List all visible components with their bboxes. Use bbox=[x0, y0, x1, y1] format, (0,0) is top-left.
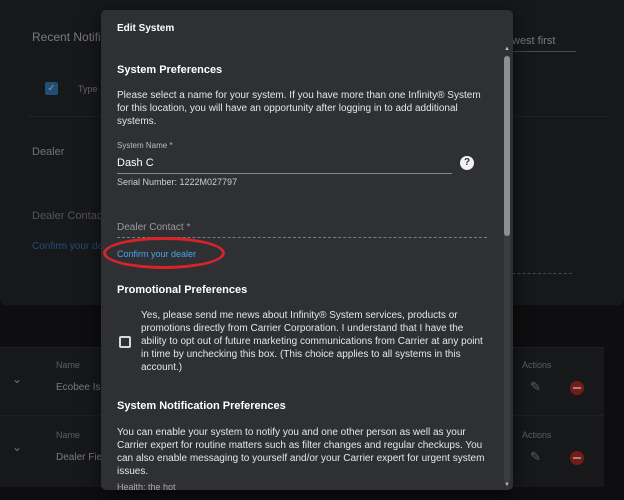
dialog-title: Edit System bbox=[117, 23, 175, 34]
dialog-scrollbar[interactable]: ▲ ▼ bbox=[501, 46, 513, 490]
system-preferences-description: Please select a name for your system. If… bbox=[117, 90, 481, 127]
system-name-input[interactable] bbox=[117, 152, 452, 174]
serial-number: Serial Number: 1222M027797 bbox=[117, 177, 238, 187]
help-icon[interactable]: ? bbox=[460, 156, 474, 170]
promotions-opt-in-text: Yes, please send me news about Infinity®… bbox=[141, 310, 483, 373]
scroll-up-icon[interactable]: ▲ bbox=[504, 46, 510, 52]
dealer-contact-placeholder: Dealer Contact * bbox=[117, 222, 191, 233]
scroll-thumb[interactable] bbox=[504, 56, 510, 236]
dialog-body: System Preferences Please select a name … bbox=[101, 46, 501, 490]
scroll-track[interactable] bbox=[504, 56, 510, 482]
confirm-dealer-link[interactable]: Confirm your dealer bbox=[117, 249, 196, 259]
notification-preferences-description: You can enable your system to notify you… bbox=[117, 427, 485, 477]
notification-preferences-heading: System Notification Preferences bbox=[117, 400, 286, 412]
promotions-opt-in-checkbox[interactable] bbox=[119, 336, 131, 348]
promotional-preferences-heading: Promotional Preferences bbox=[117, 284, 248, 296]
truncated-section-label: Health; the hot bbox=[117, 482, 176, 490]
system-name-label: System Name * bbox=[117, 141, 173, 150]
system-preferences-heading: System Preferences bbox=[117, 64, 223, 76]
scroll-down-icon[interactable]: ▼ bbox=[504, 482, 510, 488]
edit-system-dialog: Edit System System Preferences Please se… bbox=[101, 10, 513, 490]
dealer-contact-field[interactable]: Dealer Contact * bbox=[117, 212, 487, 238]
